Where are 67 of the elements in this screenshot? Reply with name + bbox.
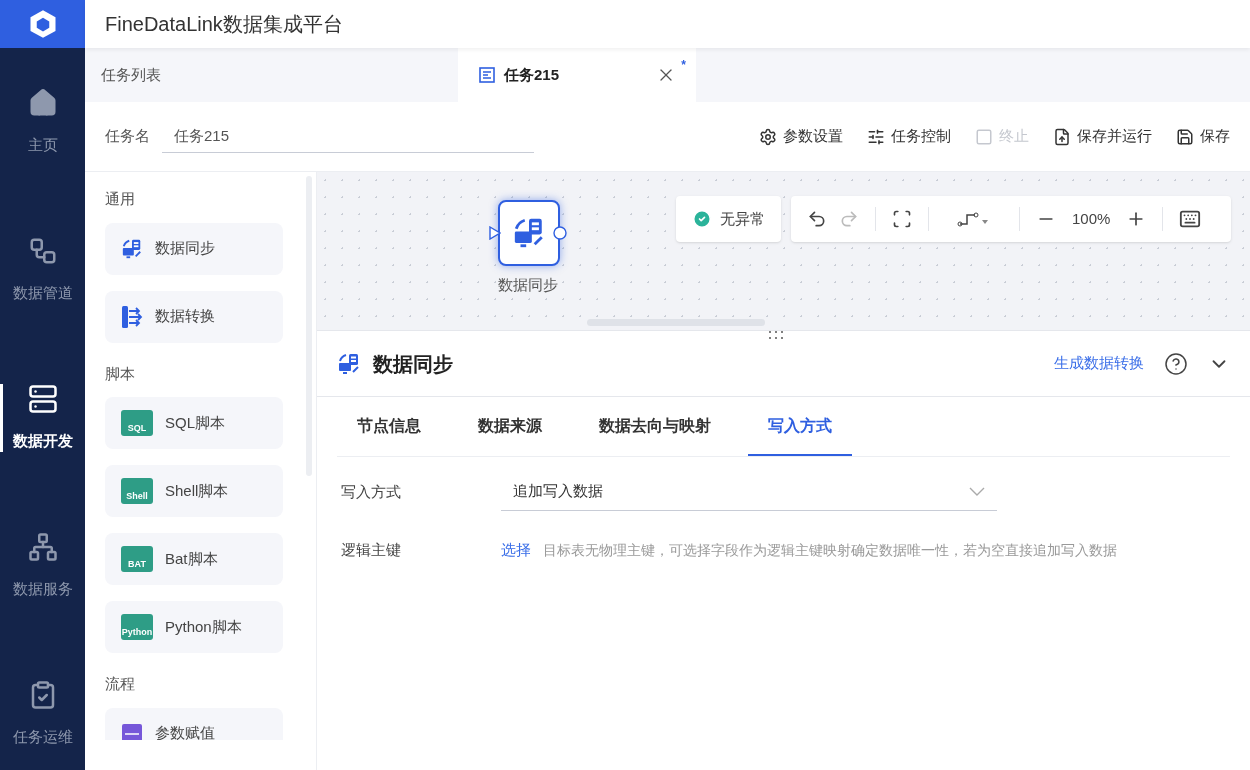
palette-item[interactable]: 数据转换 xyxy=(105,290,283,343)
app-title: FineDataLink数据集成平台 xyxy=(105,12,343,37)
hint-text: 目标表无物理主键，可选择字段作为逻辑主键映射确定数据唯一性，若为空直接追加写入数据 xyxy=(543,540,1117,560)
section-title: 通用 xyxy=(105,189,136,209)
nav-item[interactable]: 主页 xyxy=(0,48,85,196)
stop-icon xyxy=(975,127,993,146)
palette-item[interactable]: BAT Bat脚本 xyxy=(105,533,283,585)
save-icon xyxy=(1176,127,1194,146)
input-port-icon[interactable] xyxy=(489,226,501,240)
output-port-icon[interactable] xyxy=(553,226,567,240)
flow-node[interactable] xyxy=(498,200,560,266)
sliders-icon xyxy=(867,127,885,146)
node-label: 数据同步 xyxy=(498,275,558,295)
file-upload-icon xyxy=(1053,127,1071,146)
section-title: 脚本 xyxy=(105,363,136,384)
toolbar-button[interactable]: 保存并运行 xyxy=(1053,125,1152,148)
connector-style-icon[interactable] xyxy=(957,210,991,228)
nav-item[interactable]: 任务运维 xyxy=(0,640,85,770)
dropdown-icon xyxy=(969,487,985,496)
transform-icon xyxy=(121,304,143,329)
script-file-icon: SQL xyxy=(121,410,153,436)
home-icon xyxy=(27,87,58,118)
palette-item[interactable]: SQL SQL脚本 xyxy=(105,397,283,449)
toolbar-button[interactable]: 保存 xyxy=(1176,125,1230,148)
panel-title: 数据同步 xyxy=(373,351,453,377)
script-file-icon: BAT xyxy=(121,546,153,572)
select-link[interactable]: 选择 xyxy=(501,539,531,562)
panel-tab[interactable]: 节点信息 xyxy=(337,397,441,456)
tab[interactable]: 任务列表 xyxy=(85,48,458,102)
task-name-field[interactable]: 任务215 xyxy=(162,120,534,153)
toolbar-button[interactable]: 任务控制 xyxy=(867,125,951,148)
document-icon xyxy=(478,66,496,84)
palette-item[interactable]: 参数赋值 xyxy=(105,707,283,740)
field-label: 任务名 xyxy=(105,126,150,147)
settings-icon xyxy=(759,127,777,146)
generate-transform-link[interactable]: 生成数据转换 xyxy=(1054,352,1144,375)
parameter-icon xyxy=(121,722,143,740)
fit-view-icon[interactable] xyxy=(892,209,912,229)
toolbar-button[interactable]: 参数设置 xyxy=(759,125,843,148)
resize-handle-icon[interactable] xyxy=(767,329,785,341)
panel-tab[interactable]: 数据来源 xyxy=(458,397,562,456)
unsaved-mark: * xyxy=(681,57,686,74)
field-label: 写入方式 xyxy=(341,481,402,502)
server-icon xyxy=(27,383,58,414)
sync-icon xyxy=(121,237,143,260)
nav-item[interactable]: 数据管道 xyxy=(0,196,85,344)
palette-item[interactable]: Python Python脚本 xyxy=(105,601,283,653)
help-icon[interactable] xyxy=(1164,351,1188,376)
script-file-icon: Shell xyxy=(121,478,153,504)
palette-item[interactable]: Shell Shell脚本 xyxy=(105,465,283,517)
check-icon xyxy=(692,209,712,229)
zoom-level: 100% xyxy=(1072,208,1111,229)
section-title: 流程 xyxy=(105,674,136,694)
palette-item[interactable]: 数据同步 xyxy=(105,222,283,275)
status-chip: 无异常 xyxy=(676,196,781,242)
sync-icon xyxy=(337,351,361,376)
undo-icon[interactable] xyxy=(807,209,827,229)
script-file-icon: Python xyxy=(121,614,153,640)
panel-tab[interactable]: 数据去向与映射 xyxy=(579,397,731,456)
keyboard-icon[interactable] xyxy=(1179,208,1202,230)
nav-item[interactable]: 数据服务 xyxy=(0,492,85,640)
field-label: 逻辑主键 xyxy=(341,540,402,560)
nav-item[interactable]: 数据开发 xyxy=(0,344,85,492)
write-mode-select[interactable]: 追加写入数据 xyxy=(501,473,997,511)
panel-tab[interactable]: 写入方式 xyxy=(748,397,852,456)
network-icon xyxy=(27,531,58,562)
tab[interactable]: 任务215 * xyxy=(458,48,696,102)
